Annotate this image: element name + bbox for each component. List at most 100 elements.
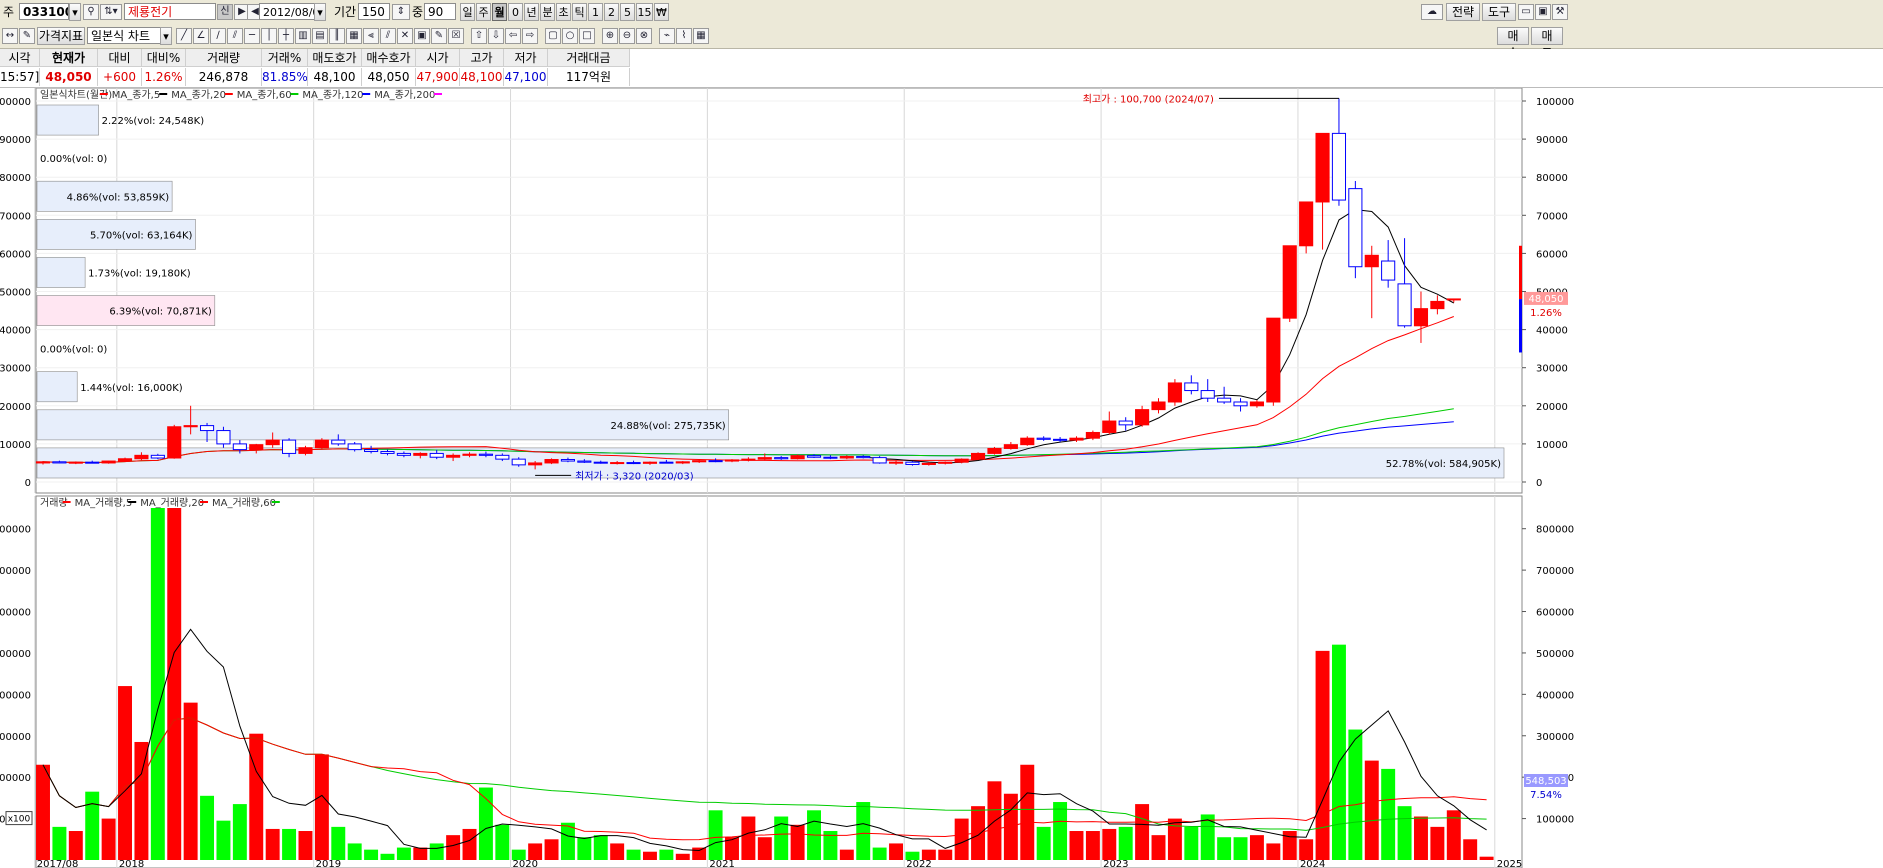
stock-name-field[interactable]: 제룡전기 <box>124 3 216 20</box>
price-left-tick-8: 80000 <box>0 173 31 184</box>
stock-code-input[interactable]: 033100 <box>19 3 69 20</box>
volume-left-tick-3: 400000 <box>0 690 31 701</box>
candle-body <box>1315 132 1330 203</box>
volume-bar <box>954 818 969 860</box>
candle-body <box>232 443 247 451</box>
erase-tool-icon[interactable]: ✕ <box>397 28 413 44</box>
left-tool-icon[interactable]: ⇦ <box>505 28 521 44</box>
volume-left-tick-7: 800000 <box>0 525 31 536</box>
line-tool-icon[interactable]: ╱ <box>176 28 192 44</box>
angle-tool-icon[interactable]: ∠ <box>193 28 209 44</box>
ray-tool-icon[interactable]: ∕ <box>210 28 226 44</box>
folder-icon[interactable]: ▭ <box>1518 4 1534 20</box>
box1-tool-icon[interactable]: ▣ <box>414 28 430 44</box>
volume-bar <box>642 851 657 860</box>
pen-tool-icon[interactable]: ✎ <box>431 28 447 44</box>
up-tool-icon[interactable]: ⇧ <box>471 28 487 44</box>
sell-button[interactable]: 매도 <box>1531 27 1563 60</box>
price-legend-1: MA_종가,5 <box>112 89 160 101</box>
period-button-7[interactable]: 틱 <box>572 3 587 21</box>
volume-bar <box>1463 839 1478 860</box>
x-tick-label-4: 2021 <box>709 859 734 868</box>
vline-tool-icon[interactable]: │ <box>261 28 277 44</box>
price-left-tick-4: 40000 <box>0 326 31 337</box>
save-icon[interactable]: ▣ <box>1535 4 1551 20</box>
volume-bar <box>1249 835 1264 860</box>
wave1-tool-icon[interactable]: ⌁ <box>659 28 675 44</box>
period-button-5[interactable]: 분 <box>540 3 555 21</box>
edit-icon[interactable]: ✎ <box>19 28 35 44</box>
volume-bar <box>1299 839 1314 860</box>
period-button-9[interactable]: 2 <box>604 3 619 21</box>
volume-bar <box>118 686 132 860</box>
n-input[interactable]: 90 <box>424 3 456 20</box>
code-dropdown-icon[interactable]: ▾ <box>69 3 81 21</box>
cloud-icon[interactable]: ☁ <box>1421 4 1443 20</box>
x-tick-label-6: 2023 <box>1103 859 1128 868</box>
period-button-4[interactable]: 년 <box>524 3 539 21</box>
strategy-button[interactable]: 전략 <box>1446 3 1480 21</box>
stock-chart[interactable]: 0 0 10000 10000 20000 20000 30000 30000 40000 400… <box>0 88 1883 868</box>
channel-tool-icon[interactable]: ║ <box>329 28 345 44</box>
candle-body <box>199 425 215 432</box>
price-left-tick-5: 50000 <box>0 288 31 299</box>
fib-tool-icon[interactable]: ⫽ <box>380 28 396 44</box>
candle-body <box>1184 382 1199 392</box>
period-button-2[interactable]: 월 <box>492 3 507 21</box>
period-button-8[interactable]: 1 <box>588 3 603 21</box>
period-button-10[interactable]: 5 <box>620 3 635 21</box>
tools-button[interactable]: 도구 <box>1482 3 1516 21</box>
volume-bar <box>626 849 641 860</box>
grid2-tool-icon[interactable]: ▤ <box>312 28 328 44</box>
grid1-tool-icon[interactable]: ▥ <box>295 28 311 44</box>
grid3-tool-icon[interactable]: ▦ <box>346 28 362 44</box>
period-button-1[interactable]: 주 <box>476 3 491 21</box>
clear-tool-icon[interactable]: ☒ <box>448 28 464 44</box>
volume-bar <box>1151 835 1166 860</box>
frame-tool-icon[interactable]: ▢ <box>545 28 561 44</box>
indicator-button[interactable]: 가격지표 <box>37 27 85 45</box>
period-button-6[interactable]: 초 <box>556 3 571 21</box>
volume-bar <box>511 849 526 860</box>
cross-tool-icon[interactable]: ┼ <box>278 28 294 44</box>
period-button-0[interactable]: 일 <box>460 3 475 21</box>
candle-body <box>806 455 822 458</box>
wave2-tool-icon[interactable]: ⌇ <box>676 28 692 44</box>
candle-body <box>659 461 674 464</box>
buy-button[interactable]: 매수 <box>1497 27 1529 60</box>
quote-value-6: 48,100 <box>308 68 362 86</box>
date-dropdown-icon[interactable]: ▾ <box>314 3 326 21</box>
compare-icon[interactable]: 신 <box>217 4 233 20</box>
search-icon[interactable]: ⚲ <box>83 4 99 20</box>
period-button-11[interactable]: 15 <box>636 3 653 21</box>
table-tool-icon[interactable]: ▦ <box>693 28 709 44</box>
chart-type-dropdown-icon[interactable]: ▾ <box>160 27 172 45</box>
range-bar-up <box>1519 245 1522 300</box>
candle-body <box>593 461 608 464</box>
period-button-12[interactable]: ₩ <box>654 3 669 21</box>
right-tool-icon[interactable]: ⇨ <box>522 28 538 44</box>
candle-body <box>183 425 198 428</box>
candle-body <box>790 455 805 460</box>
expand-icon[interactable]: ↔ <box>2 28 18 44</box>
hline-tool-icon[interactable]: ─ <box>244 28 260 44</box>
chart-type-select[interactable]: 일본식 차트 <box>87 27 161 44</box>
period-button-3[interactable]: 0 <box>508 3 523 21</box>
pitch-tool-icon[interactable]: ⫷ <box>363 28 379 44</box>
square-tool-icon[interactable]: □ <box>579 28 595 44</box>
target-tool-icon[interactable]: ⊗ <box>636 28 652 44</box>
circle-tool-icon[interactable]: ○ <box>562 28 578 44</box>
down-tool-icon[interactable]: ⇩ <box>488 28 504 44</box>
candle-body <box>396 452 411 456</box>
fan-tool-icon[interactable]: ⫽ <box>227 28 243 44</box>
quote-value-3: 1.26% <box>142 68 186 86</box>
sort-icon[interactable]: ⇅▾ <box>100 4 122 20</box>
period-input[interactable]: 150 <box>358 3 390 20</box>
last-change-label: 1.26% <box>1530 308 1562 319</box>
zoomin-tool-icon[interactable]: ⊕ <box>602 28 618 44</box>
date-input[interactable]: 2012/08/01 <box>259 3 315 20</box>
zoomout-tool-icon[interactable]: ⊖ <box>619 28 635 44</box>
volume-bar <box>1217 837 1232 860</box>
wrench-icon[interactable]: ⚒ <box>1552 4 1568 20</box>
spinner-icon[interactable]: ⇕ <box>392 4 410 20</box>
